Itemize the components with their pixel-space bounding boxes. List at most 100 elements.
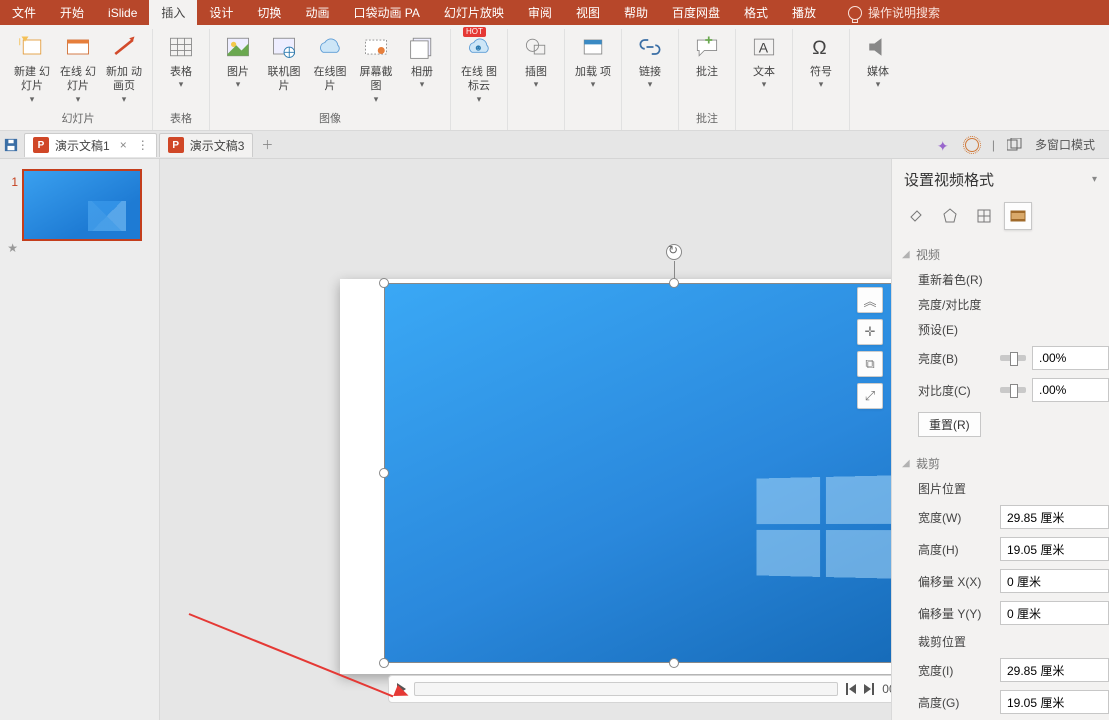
layout-ideas-button[interactable]: ✛	[857, 319, 883, 345]
table-button[interactable]: 表格▾	[159, 29, 203, 91]
menu-play[interactable]: 播放	[780, 0, 828, 25]
slide-canvas[interactable]: 00:00.00 ︽ ✛ ⧉ ⤢	[160, 159, 891, 720]
btn-label: 在线图片	[310, 65, 350, 94]
format-video-pane: 设置视频格式 ▾ ◢视频 重新着色(R) 亮度/对比度 预设(E) 亮度(B)	[891, 159, 1109, 720]
brightness-input[interactable]	[1032, 346, 1109, 370]
crop-width-input[interactable]	[1000, 658, 1109, 682]
resize-handle[interactable]	[379, 468, 389, 478]
picture-button[interactable]: 图片▾	[216, 29, 260, 91]
menubar: 文件 开始 iSlide 插入 设计 切换 动画 口袋动画 PA 幻灯片放映 审…	[0, 0, 1109, 25]
magic-icon[interactable]	[936, 137, 952, 153]
album-button[interactable]: 相册▾	[400, 29, 444, 91]
menu-design[interactable]: 设计	[197, 0, 245, 25]
preset-row[interactable]: 预设(E)	[902, 317, 1109, 342]
multiwindow-label[interactable]: 多窗口模式	[1035, 136, 1095, 153]
resize-handle[interactable]	[669, 658, 679, 668]
rotate-handle[interactable]	[666, 244, 682, 260]
illustration-button[interactable]: 插图▾	[514, 29, 558, 91]
new-anim-page-button[interactable]: 新加 动画页▾	[102, 29, 146, 105]
menu-format[interactable]: 格式	[732, 0, 780, 25]
symbol-button[interactable]: Ω 符号▾	[799, 29, 843, 91]
menu-help[interactable]: 帮助	[612, 0, 660, 25]
close-tab-button[interactable]: ×	[116, 138, 131, 152]
contrast-input[interactable]	[1032, 378, 1109, 402]
btn-label: 媒体	[867, 65, 889, 79]
svg-text:☻: ☻	[474, 43, 483, 53]
resize-handle[interactable]	[379, 658, 389, 668]
section-crop[interactable]: ◢裁剪	[902, 451, 1109, 476]
add-tab-button[interactable]: ＋	[255, 136, 275, 153]
online-icon-cloud-button[interactable]: HOT ☻ 在线 图标云▾	[457, 29, 501, 105]
fill-tab[interactable]	[902, 202, 930, 230]
width-input[interactable]	[1000, 505, 1109, 529]
settings-icon[interactable]	[964, 137, 980, 153]
resize-handle[interactable]	[669, 278, 679, 288]
slide-thumbnail[interactable]	[22, 169, 142, 241]
menu-file[interactable]: 文件	[0, 0, 48, 25]
save-icon[interactable]	[4, 138, 18, 152]
tab-title: 演示文稿1	[55, 137, 110, 154]
play-button[interactable]	[397, 683, 406, 695]
height-input[interactable]	[1000, 537, 1109, 561]
group-label: 表格	[170, 108, 192, 128]
menu-pocketanim[interactable]: 口袋动画 PA	[341, 0, 431, 25]
offsetx-input[interactable]	[1000, 569, 1109, 593]
step-back-button[interactable]	[846, 683, 856, 695]
offsety-input[interactable]	[1000, 601, 1109, 625]
menu-home[interactable]: 开始	[48, 0, 96, 25]
section-video[interactable]: ◢视频	[902, 242, 1109, 267]
recolor-row[interactable]: 重新着色(R)	[902, 267, 1109, 292]
picture-icon	[222, 31, 254, 63]
crop-height-input[interactable]	[1000, 690, 1109, 714]
expand-button[interactable]: ⤢	[857, 383, 883, 409]
new-slide-button[interactable]: 新建 幻灯片▾	[10, 29, 54, 105]
video-object[interactable]	[384, 283, 891, 663]
windows-logo-graphic	[757, 475, 891, 578]
ribbon-group-link: 链接▾	[622, 29, 679, 130]
menu-slideshow[interactable]: 幻灯片放映	[432, 0, 516, 25]
effects-tab[interactable]	[936, 202, 964, 230]
online-slide-button[interactable]: 在线 幻灯片▾	[56, 29, 100, 105]
ribbon-group-table: 表格▾ 表格	[153, 29, 210, 130]
document-tab[interactable]: P 演示文稿3	[159, 133, 254, 157]
btn-label: 相册	[411, 65, 433, 79]
contrast-row: 对比度(C)	[902, 374, 1109, 406]
duplicate-button[interactable]: ⧉	[857, 351, 883, 377]
new-slide-icon	[16, 31, 48, 63]
menu-islide[interactable]: iSlide	[96, 0, 149, 25]
media-button[interactable]: 媒体▾	[856, 29, 900, 91]
tell-me-search[interactable]: 操作说明搜索	[848, 0, 940, 25]
reset-button[interactable]: 重置(R)	[918, 412, 981, 437]
video-tab[interactable]	[1004, 202, 1032, 230]
online-pic-cloud-button[interactable]: 在线图片	[308, 29, 352, 94]
brightness-slider[interactable]	[1000, 355, 1026, 361]
btn-label: 符号	[810, 65, 832, 79]
step-fwd-button[interactable]	[864, 683, 874, 695]
size-tab[interactable]	[970, 202, 998, 230]
text-button[interactable]: A 文本▾	[742, 29, 786, 91]
contrast-slider[interactable]	[1000, 387, 1026, 393]
menu-animation[interactable]: 动画	[293, 0, 341, 25]
resize-handle[interactable]	[379, 278, 389, 288]
comment-icon	[691, 31, 723, 63]
menu-baidu[interactable]: 百度网盘	[660, 0, 732, 25]
document-tab[interactable]: P 演示文稿1 × ⋮	[24, 133, 157, 157]
comment-button[interactable]: 批注	[685, 29, 729, 79]
tab-menu-button[interactable]: ⋮	[137, 138, 148, 152]
brightness-label: 亮度(B)	[918, 350, 994, 367]
screenshot-button[interactable]: 屏幕截图▾	[354, 29, 398, 105]
pane-menu-button[interactable]: ▾	[1092, 174, 1097, 185]
seek-track[interactable]	[414, 682, 838, 696]
link-button[interactable]: 链接▾	[628, 29, 672, 91]
ribbon: 新建 幻灯片▾ 在线 幻灯片▾ 新加 动画页▾ 幻灯片 表格▾ 表格 图片▾ 联…	[0, 25, 1109, 131]
menu-view[interactable]: 视图	[564, 0, 612, 25]
ribbon-group-addin: 加载 项▾	[565, 29, 622, 130]
menu-insert[interactable]: 插入	[149, 0, 197, 25]
multiwindow-icon	[1007, 137, 1023, 153]
collapse-up-button[interactable]: ︽	[857, 287, 883, 313]
online-picture-button[interactable]: 联机图片	[262, 29, 306, 94]
menu-review[interactable]: 审阅	[516, 0, 564, 25]
ribbon-group-slides: 新建 幻灯片▾ 在线 幻灯片▾ 新加 动画页▾ 幻灯片	[4, 29, 153, 130]
addin-button[interactable]: 加载 项▾	[571, 29, 615, 91]
menu-transition[interactable]: 切换	[245, 0, 293, 25]
